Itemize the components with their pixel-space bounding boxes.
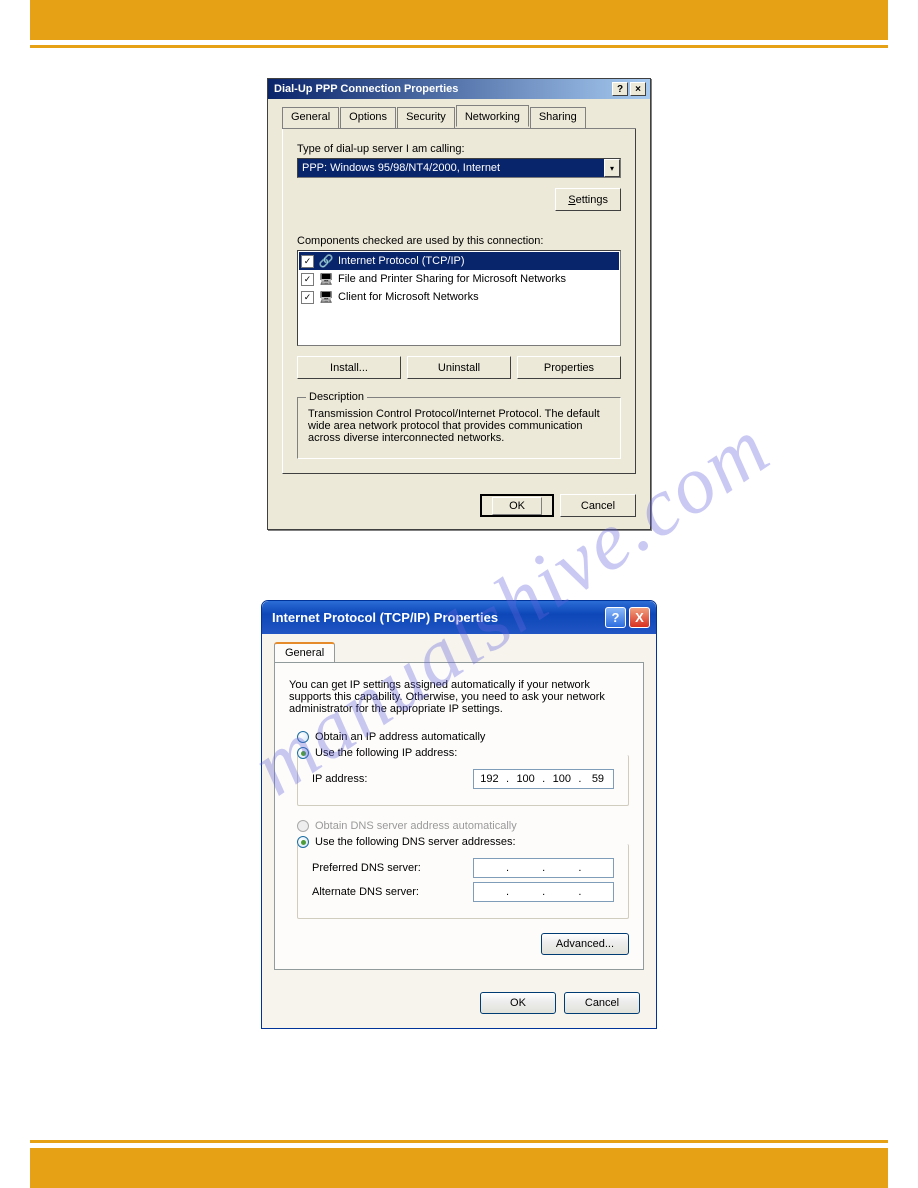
dialog-titlebar: Internet Protocol (TCP/IP) Properties ? … xyxy=(262,601,656,634)
settings-button[interactable]: SSettingsettings xyxy=(555,188,621,211)
pref-dns-label: Preferred DNS server: xyxy=(312,862,473,874)
radio-icon xyxy=(297,731,309,743)
alt-dns-input[interactable]: ... xyxy=(473,882,614,902)
page-footer-line xyxy=(30,1140,888,1143)
tab-general[interactable]: General xyxy=(274,642,335,662)
client-icon: 🖥 xyxy=(318,289,334,305)
dialog-title: Dial-Up PPP Connection Properties xyxy=(274,83,610,95)
properties-button[interactable]: Properties xyxy=(517,356,621,379)
checkbox-icon[interactable]: ✓ xyxy=(301,273,314,286)
ok-button[interactable]: OK xyxy=(480,494,554,517)
description-group: Description Transmission Control Protoco… xyxy=(297,397,621,459)
cancel-button[interactable]: Cancel xyxy=(560,494,636,517)
server-type-value: PPP: Windows 95/98/NT4/2000, Internet xyxy=(302,162,500,174)
close-button[interactable]: × xyxy=(630,82,646,96)
list-item[interactable]: ✓ 🖥 Client for Microsoft Networks xyxy=(299,288,619,306)
intro-text: You can get IP settings assigned automat… xyxy=(289,679,629,715)
radio-icon xyxy=(297,836,309,848)
server-type-label: Type of dial-up server I am calling: xyxy=(297,143,621,155)
help-button[interactable]: ? xyxy=(605,607,626,628)
dialup-properties-dialog: Dial-Up PPP Connection Properties ? × Ge… xyxy=(267,78,651,530)
chevron-down-icon[interactable]: ▾ xyxy=(604,159,620,177)
checkbox-icon[interactable]: ✓ xyxy=(301,291,314,304)
ip-address-input[interactable]: 192. 100. 100. 59 xyxy=(473,769,614,789)
dialog-title: Internet Protocol (TCP/IP) Properties xyxy=(272,610,605,625)
ip-auto-radio[interactable]: Obtain an IP address automatically xyxy=(297,731,629,743)
radio-icon xyxy=(297,747,309,759)
list-item[interactable]: ✓ 🖥 File and Printer Sharing for Microso… xyxy=(299,270,619,288)
install-button[interactable]: Install... xyxy=(297,356,401,379)
radio-label: Use the following IP address: xyxy=(315,747,457,759)
tab-security[interactable]: Security xyxy=(397,107,455,128)
network-icon: 🔗 xyxy=(318,253,334,269)
components-listbox[interactable]: ✓ 🔗 Internet Protocol (TCP/IP) ✓ 🖥 File … xyxy=(297,250,621,346)
alt-dns-label: Alternate DNS server: xyxy=(312,886,473,898)
list-item[interactable]: ✓ 🔗 Internet Protocol (TCP/IP) xyxy=(299,252,619,270)
radio-label: Obtain DNS server address automatically xyxy=(315,820,517,832)
radio-label: Obtain an IP address automatically xyxy=(315,731,485,743)
tcpip-properties-dialog: Internet Protocol (TCP/IP) Properties ? … xyxy=(261,600,657,1029)
server-type-combo[interactable]: PPP: Windows 95/98/NT4/2000, Internet ▾ xyxy=(297,158,621,178)
cancel-button[interactable]: Cancel xyxy=(564,992,640,1014)
radio-icon xyxy=(297,820,309,832)
tab-sharing[interactable]: Sharing xyxy=(530,107,586,128)
close-button[interactable]: X xyxy=(629,607,650,628)
help-button[interactable]: ? xyxy=(612,82,628,96)
share-icon: 🖥 xyxy=(318,271,334,287)
checkbox-icon[interactable]: ✓ xyxy=(301,255,314,268)
description-title: Description xyxy=(306,391,367,403)
description-text: Transmission Control Protocol/Internet P… xyxy=(308,408,610,444)
list-item-label: File and Printer Sharing for Microsoft N… xyxy=(338,273,566,285)
tab-strip: General Options Security Networking Shar… xyxy=(282,107,636,129)
pref-dns-input[interactable]: ... xyxy=(473,858,614,878)
page-header-bar xyxy=(30,0,888,40)
components-label: Components checked are used by this conn… xyxy=(297,235,621,247)
list-item-label: Client for Microsoft Networks xyxy=(338,291,479,303)
tab-networking[interactable]: Networking xyxy=(456,105,529,127)
ok-button[interactable]: OK xyxy=(480,992,556,1014)
ip-address-label: IP address: xyxy=(312,773,473,785)
uninstall-button[interactable]: Uninstall xyxy=(407,356,511,379)
radio-label: Use the following DNS server addresses: xyxy=(315,836,516,848)
tab-options[interactable]: Options xyxy=(340,107,396,128)
page-footer-bar xyxy=(30,1148,888,1188)
list-item-label: Internet Protocol (TCP/IP) xyxy=(338,255,465,267)
tab-general[interactable]: General xyxy=(282,107,339,128)
advanced-button[interactable]: Advanced... xyxy=(541,933,629,955)
dns-auto-radio: Obtain DNS server address automatically xyxy=(297,820,629,832)
dialog-titlebar: Dial-Up PPP Connection Properties ? × xyxy=(268,79,650,99)
